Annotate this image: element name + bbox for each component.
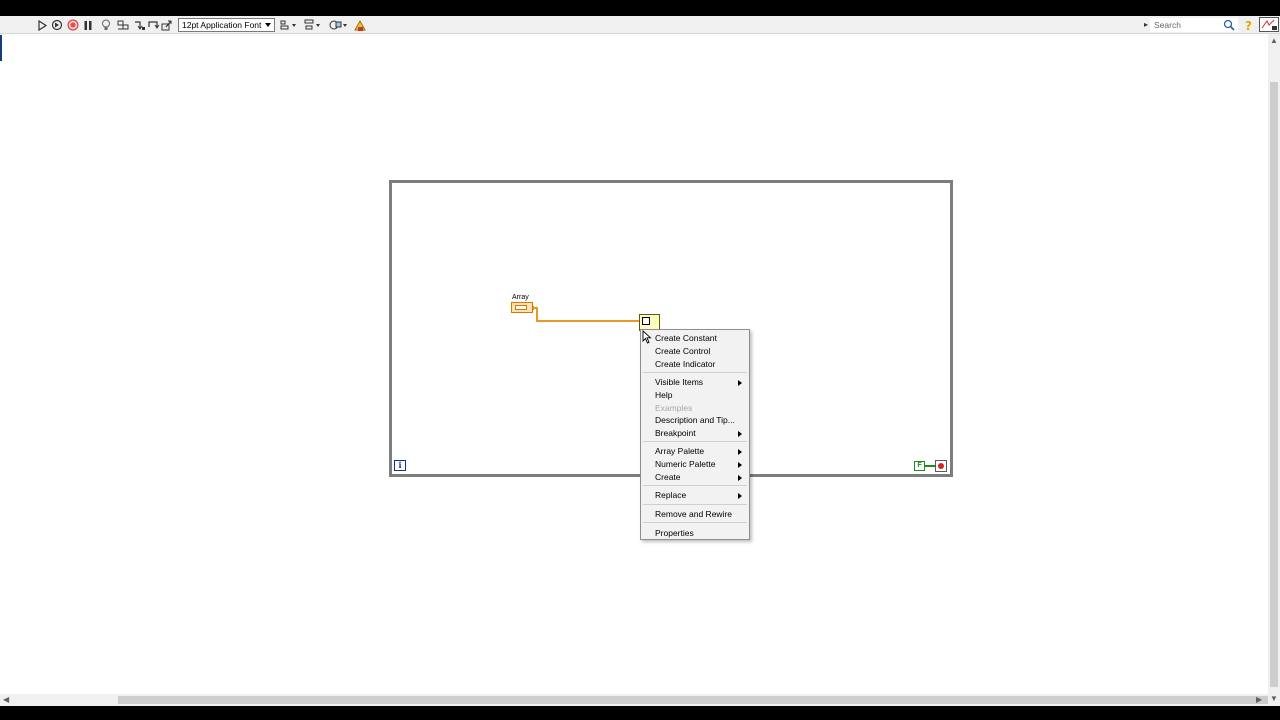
context-menu: Create Constant Create Control Create In…	[640, 329, 750, 540]
menu-item-numeric-palette[interactable]: Numeric Palette	[655, 459, 715, 469]
submenu-arrow-icon	[738, 493, 742, 499]
loop-condition-terminal[interactable]	[935, 460, 947, 472]
menu-item-help[interactable]: Help	[655, 390, 672, 400]
mouse-cursor-icon	[642, 330, 652, 344]
iteration-terminal[interactable]: i	[394, 460, 406, 471]
vertical-scroll-thumb[interactable]	[1270, 82, 1278, 687]
font-select[interactable]: 12pt Application Font	[178, 18, 275, 32]
pause-icon[interactable]	[82, 18, 94, 32]
svg-text:?: ?	[1245, 19, 1252, 32]
array-constant[interactable]	[511, 302, 536, 313]
array-wire-segment[interactable]	[536, 320, 639, 322]
step-over-icon[interactable]	[147, 18, 160, 32]
run-arrow-icon[interactable]	[36, 18, 48, 32]
horizontal-scroll-thumb[interactable]	[118, 696, 1268, 704]
screen: 12pt Application Font ▸ Search ? i F Arr…	[0, 0, 1280, 720]
window-edge-accent	[0, 35, 2, 61]
reorder-icon[interactable]	[329, 18, 348, 32]
submenu-arrow-icon	[738, 380, 742, 386]
help-icon[interactable]: ?	[1243, 18, 1255, 32]
submenu-arrow-icon	[738, 449, 742, 455]
block-diagram-window: 12pt Application Font ▸ Search ? i F Arr…	[0, 16, 1280, 706]
menu-separator	[643, 441, 747, 442]
step-out-icon[interactable]	[160, 18, 173, 32]
chevron-right-icon[interactable]: ▸	[1144, 20, 1148, 29]
scroll-up-icon[interactable]: ▲	[1270, 36, 1278, 46]
toolbar: 12pt Application Font ▸ Search ?	[0, 16, 1280, 34]
abort-icon[interactable]	[66, 18, 79, 32]
menu-item-replace[interactable]: Replace	[655, 490, 686, 500]
retain-wire-values-icon[interactable]	[116, 18, 129, 32]
scroll-down-icon[interactable]: ▼	[1270, 694, 1278, 704]
distribute-objects-icon[interactable]	[304, 18, 322, 32]
cleanup-diagram-icon[interactable]	[353, 18, 368, 32]
submenu-arrow-icon	[738, 462, 742, 468]
array-size-icon	[642, 317, 650, 325]
align-objects-icon[interactable]	[280, 18, 298, 32]
stop-icon	[938, 463, 944, 469]
menu-separator	[643, 522, 747, 523]
menu-item-examples: Examples	[655, 403, 693, 413]
menu-item-create-control[interactable]: Create Control	[655, 346, 710, 356]
submenu-arrow-icon	[738, 475, 742, 481]
boolean-false-constant[interactable]: F	[914, 461, 925, 471]
menu-item-create-indicator[interactable]: Create Indicator	[655, 359, 715, 369]
menu-item-array-palette[interactable]: Array Palette	[655, 446, 704, 456]
array-element-icon	[515, 305, 527, 310]
chevron-down-icon	[265, 23, 271, 27]
menu-item-breakpoint[interactable]: Breakpoint	[655, 428, 696, 438]
scroll-left-icon[interactable]: ◀	[3, 695, 9, 705]
menu-separator	[643, 485, 747, 486]
menu-item-create-constant[interactable]: Create Constant	[655, 333, 717, 343]
boolean-wire[interactable]	[925, 465, 935, 467]
vertical-scrollbar[interactable]: ▲ ▼	[1268, 34, 1280, 706]
menu-item-visible-items[interactable]: Visible Items	[655, 377, 703, 387]
step-into-icon[interactable]	[133, 18, 146, 32]
vi-icon[interactable]	[1259, 17, 1279, 32]
highlight-execution-icon[interactable]	[100, 18, 112, 32]
magnifier-icon[interactable]	[1223, 18, 1235, 32]
menu-item-description-and-tip[interactable]: Description and Tip...	[655, 415, 735, 425]
submenu-arrow-icon	[738, 431, 742, 437]
menu-separator	[643, 504, 747, 505]
font-select-value: 12pt Application Font	[182, 20, 262, 30]
run-continuously-icon[interactable]	[50, 18, 63, 32]
array-label: Array	[512, 294, 529, 301]
scroll-right-icon[interactable]: ▶	[1256, 695, 1262, 705]
menu-separator	[643, 372, 747, 373]
horizontal-scrollbar[interactable]: ◀ ▶	[0, 694, 1268, 706]
menu-item-create[interactable]: Create	[655, 472, 681, 482]
menu-item-remove-and-rewire[interactable]: Remove and Rewire	[655, 509, 732, 519]
menu-item-properties[interactable]: Properties	[655, 528, 694, 538]
search-placeholder: Search	[1154, 20, 1181, 30]
